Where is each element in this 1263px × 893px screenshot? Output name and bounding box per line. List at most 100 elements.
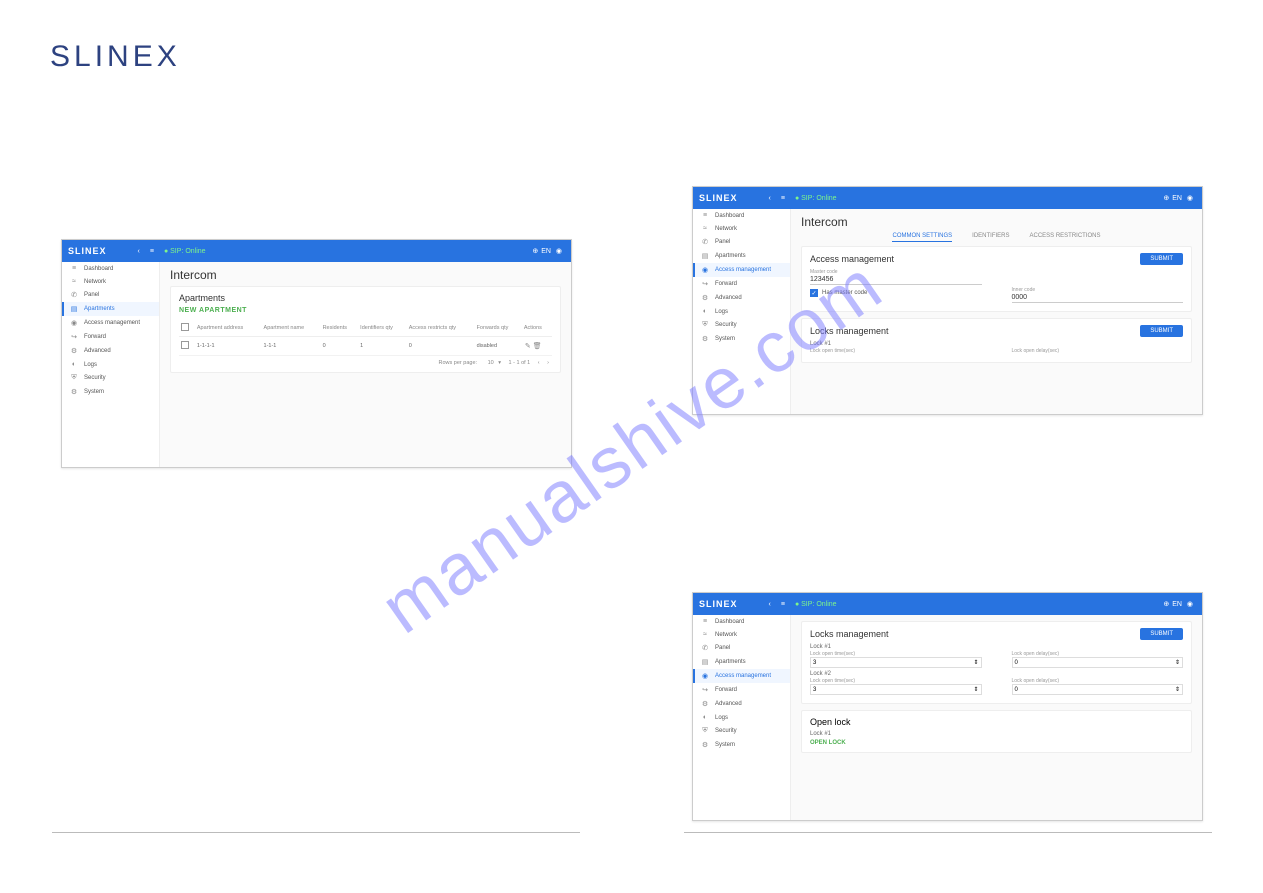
menu-icon[interactable]: ≡ (781, 195, 785, 202)
sidebar-item-access[interactable]: ◉Access management (693, 263, 790, 277)
section-title: Locks management (810, 629, 889, 639)
sidebar-item-network[interactable]: ≈Network (693, 628, 790, 641)
sidebar-item-forward[interactable]: ↪Forward (693, 683, 790, 697)
submit-button[interactable]: SUBMIT (1140, 628, 1183, 640)
screenshot-locks: SLINEX ‹ ≡ ● SIP: Online ⊕EN ◉ ≡Dashboar… (692, 592, 1203, 821)
submit-button[interactable]: SUBMIT (1140, 253, 1183, 265)
gear-icon: ⚙ (69, 347, 79, 355)
lang-label[interactable]: EN (541, 248, 551, 255)
sidebar-item-system[interactable]: ⚙System (693, 332, 790, 346)
tab-identifiers[interactable]: IDENTIFIERS (972, 233, 1009, 242)
sidebar-item-forward[interactable]: ↪Forward (693, 277, 790, 291)
page-title: Intercom (170, 268, 561, 282)
lock2-time-input[interactable]: 3⇕ (810, 684, 982, 695)
lock1-delay-input[interactable]: 0⇕ (1012, 657, 1184, 668)
section-title: Access management (810, 254, 894, 264)
divider (684, 832, 1212, 833)
sidebar-item-panel[interactable]: ✆Panel (693, 235, 790, 249)
sidebar-item-system[interactable]: ⚙System (693, 738, 790, 752)
new-apartment-link[interactable]: NEW APARTMENT (179, 307, 552, 314)
chevron-left-icon[interactable]: ‹ (769, 601, 771, 608)
checkbox-row[interactable] (181, 341, 189, 349)
tab-common[interactable]: COMMON SETTINGS (892, 233, 952, 242)
submit-button[interactable]: SUBMIT (1140, 325, 1183, 337)
screenshot-apartments: SLINEX ‹ ≡ ● SIP: Online ⊕EN ◉ ≡Dashboar… (61, 239, 572, 468)
sidebar-item-apartments[interactable]: ▤Apartments (693, 655, 790, 669)
spinner-icon[interactable]: ⇕ (1175, 659, 1180, 666)
lock1-label: Lock #1 (810, 644, 1183, 650)
system-icon: ⚙ (69, 388, 79, 396)
menu-icon[interactable]: ≡ (781, 601, 785, 608)
spinner-icon[interactable]: ⇕ (973, 659, 978, 666)
brand-small: SLINEX (68, 246, 107, 256)
lock2-delay-input[interactable]: 0⇕ (1012, 684, 1184, 695)
sidebar-item-advanced[interactable]: ⚙Advanced (62, 344, 159, 358)
lock1-label: Lock #1 (810, 341, 1183, 347)
table-row[interactable]: 1-1-1-1 1-1-1 0 1 0 disabled ✎🗑 (179, 337, 552, 356)
tab-restrictions[interactable]: ACCESS RESTRICTIONS (1030, 233, 1101, 242)
sidebar-item-advanced[interactable]: ⚙Advanced (693, 291, 790, 305)
sidebar-item-security[interactable]: ⛨Security (693, 318, 790, 332)
user-icon[interactable]: ◉ (556, 248, 562, 255)
globe-icon[interactable]: ⊕ (532, 248, 538, 255)
sidebar-item-logs[interactable]: ◐Logs (693, 305, 790, 318)
user-icon[interactable]: ◉ (1187, 601, 1193, 608)
sidebar-item-network[interactable]: ≈Network (62, 275, 159, 288)
topbar: SLINEX ‹ ≡ ● SIP: Online ⊕EN ◉ (693, 593, 1202, 615)
rpp-select[interactable]: 10 ▾ (485, 360, 501, 366)
lock1-time-input[interactable]: 3⇕ (810, 657, 982, 668)
user-icon[interactable]: ◉ (1187, 195, 1193, 202)
sidebar-item-advanced[interactable]: ⚙Advanced (693, 697, 790, 711)
lang-label[interactable]: EN (1172, 195, 1182, 202)
lock2-label: Lock #2 (810, 671, 1183, 677)
inner-code-input[interactable]: 0000 (1012, 293, 1184, 303)
col-residents: Residents (321, 320, 359, 337)
has-master-checkbox[interactable]: ✓Has master code (810, 289, 982, 297)
sidebar-item-access[interactable]: ◉Access management (62, 316, 159, 330)
section-title: Locks management (810, 326, 889, 336)
topbar-right: ⊕EN ◉ (529, 247, 565, 255)
brand-small: SLINEX (699, 599, 738, 609)
sidebar-item-logs[interactable]: ◐Logs (693, 711, 790, 724)
chevron-left-icon[interactable]: ‹ (138, 248, 140, 255)
chevron-left-icon[interactable]: ‹ (769, 195, 771, 202)
sidebar-item-panel[interactable]: ✆Panel (693, 641, 790, 655)
sidebar-item-dashboard[interactable]: ≡Dashboard (693, 615, 790, 628)
sidebar-item-network[interactable]: ≈Network (693, 222, 790, 235)
globe-icon[interactable]: ⊕ (1163, 195, 1169, 202)
check-icon: ✓ (810, 289, 818, 297)
topbar: SLINEX ‹ ≡ ● SIP: Online ⊕EN ◉ (693, 187, 1202, 209)
sidebar-item-dashboard[interactable]: ≡Dashboard (693, 209, 790, 222)
sidebar-item-security[interactable]: ⛨Security (62, 371, 159, 385)
page-prev[interactable]: ‹ (538, 360, 540, 366)
logs-icon: ◐ (69, 361, 79, 368)
sidebar-item-security[interactable]: ⛨Security (693, 724, 790, 738)
sidebar-item-logs[interactable]: ◐Logs (62, 358, 159, 371)
checkbox-all[interactable] (181, 323, 189, 331)
page-next[interactable]: › (547, 360, 549, 366)
globe-icon[interactable]: ⊕ (1163, 601, 1169, 608)
sidebar-item-dashboard[interactable]: ≡Dashboard (62, 262, 159, 275)
cell-name: 1-1-1 (262, 337, 321, 356)
open-lock-link[interactable]: OPEN LOCK (810, 740, 846, 746)
master-code-input[interactable]: 123456 (810, 275, 982, 285)
col-addr: Apartment address (195, 320, 262, 337)
sidebar-item-apartments[interactable]: ▤Apartments (62, 302, 159, 316)
sidebar-item-apartments[interactable]: ▤Apartments (693, 249, 790, 263)
col-actions: Actions (522, 320, 552, 337)
sidebar-item-system[interactable]: ⚙System (62, 385, 159, 399)
menu-icon[interactable]: ≡ (150, 248, 154, 255)
delete-icon[interactable]: 🗑 (533, 343, 542, 350)
sidebar-item-panel[interactable]: ✆Panel (62, 288, 159, 302)
shield-icon: ◉ (69, 319, 79, 327)
edit-icon[interactable]: ✎ (525, 343, 531, 350)
sidebar-item-forward[interactable]: ↪Forward (62, 330, 159, 344)
cell-addr: 1-1-1-1 (195, 337, 262, 356)
range-label: 1 - 1 of 1 (509, 360, 531, 366)
spinner-icon[interactable]: ⇕ (1175, 686, 1180, 693)
sidebar: ≡Dashboard ≈Network ✆Panel ▤Apartments ◉… (62, 262, 160, 467)
lang-label[interactable]: EN (1172, 601, 1182, 608)
sidebar: ≡Dashboard ≈Network ✆Panel ▤Apartments ◉… (693, 615, 791, 820)
sidebar-item-access[interactable]: ◉Access management (693, 669, 790, 683)
spinner-icon[interactable]: ⇕ (973, 686, 978, 693)
